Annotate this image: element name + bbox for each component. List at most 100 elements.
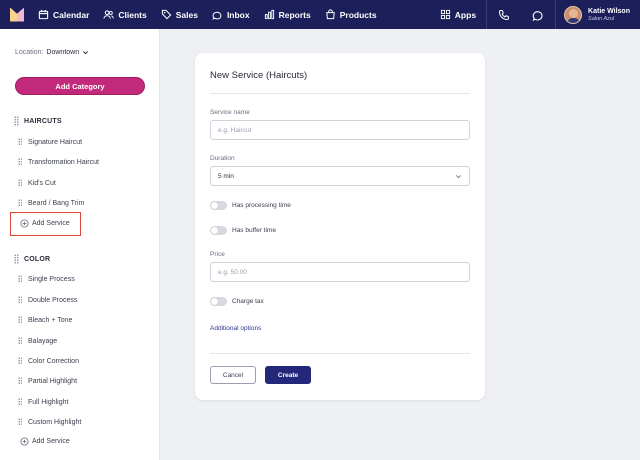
sidebar: Location: Downtown Add Category HAIRCUTS… <box>0 29 160 460</box>
drag-handle-icon[interactable] <box>18 199 22 207</box>
nav-calendar[interactable]: Calendar <box>38 9 89 20</box>
charge-tax-toggle[interactable] <box>210 297 227 306</box>
drag-handle-icon[interactable] <box>18 357 22 365</box>
drag-handle-icon[interactable] <box>18 398 22 406</box>
divider <box>210 353 470 354</box>
chat-button[interactable] <box>521 0 555 29</box>
nav-inbox[interactable]: Inbox <box>212 9 250 20</box>
service-item[interactable]: Signature Haircut <box>18 138 82 146</box>
new-service-card: New Service (Haircuts) Service name e.g.… <box>195 53 485 400</box>
service-label: Partial Highlight <box>28 377 78 385</box>
buffer-time-label: Has buffer time <box>232 227 276 234</box>
drag-handle-icon[interactable] <box>18 158 22 166</box>
add-service-label: Add Service <box>32 438 70 445</box>
products-icon <box>326 9 335 20</box>
processing-time-row[interactable]: Has processing time <box>210 201 291 210</box>
drag-handle-icon[interactable] <box>18 316 22 324</box>
service-item[interactable]: Full Highlight <box>18 398 68 406</box>
service-label: Transformation Haircut <box>28 158 99 166</box>
nav-clients[interactable]: Clients <box>103 9 147 20</box>
nav-inbox-label: Inbox <box>226 9 250 20</box>
service-name-placeholder: e.g. Haircut <box>218 126 252 134</box>
charge-tax-row[interactable]: Charge tax <box>210 297 264 306</box>
add-category-button[interactable]: Add Category <box>15 77 145 95</box>
service-name-label: Service name <box>210 109 250 116</box>
form-title: New Service (Haircuts) <box>210 70 308 81</box>
duration-value: 5 min <box>218 172 234 180</box>
service-label: Signature Haircut <box>28 138 83 146</box>
calendar-icon <box>38 9 49 20</box>
service-label: Beard / Bang Trim <box>28 199 85 207</box>
highlight-box <box>10 212 81 236</box>
processing-time-toggle[interactable] <box>210 201 227 210</box>
service-label: Color Correction <box>28 357 79 365</box>
nav-products[interactable]: Products <box>325 9 377 20</box>
user-menu[interactable]: Katie Wilson Salon Azul <box>556 5 640 24</box>
service-item[interactable]: Transformation Haircut <box>18 158 99 166</box>
service-label: Custom Highlight <box>28 418 82 426</box>
drag-handle-icon[interactable] <box>14 254 19 264</box>
chat-icon <box>532 10 543 21</box>
service-item[interactable]: Single Process <box>18 275 75 283</box>
service-item[interactable]: Color Correction <box>18 357 79 365</box>
drag-handle-icon[interactable] <box>18 377 22 385</box>
drag-handle-icon[interactable] <box>18 138 22 146</box>
nav-sales-label: Sales <box>175 9 198 20</box>
service-item[interactable]: Beard / Bang Trim <box>18 199 84 207</box>
nav-sales[interactable]: Sales <box>161 9 198 20</box>
drag-handle-icon[interactable] <box>18 337 22 345</box>
nav-reports-label: Reports <box>278 9 311 20</box>
logo-icon[interactable] <box>10 7 24 22</box>
category-title: HAIRCUTS <box>24 117 62 125</box>
nav-apps-label: Apps <box>454 9 477 20</box>
location-selector[interactable]: Location: Downtown <box>15 49 89 56</box>
service-label: Kid's Cut <box>28 179 56 187</box>
phone-button[interactable] <box>487 0 521 29</box>
apps-grid-icon <box>440 9 450 20</box>
charge-tax-label: Charge tax <box>232 298 264 305</box>
service-item[interactable]: Balayage <box>18 337 57 345</box>
service-label: Single Process <box>28 275 75 283</box>
drag-handle-icon[interactable] <box>18 179 22 187</box>
plus-circle-icon <box>20 437 29 446</box>
user-business: Salon Azul <box>588 15 615 22</box>
buffer-time-toggle[interactable] <box>210 226 227 235</box>
drag-handle-icon[interactable] <box>14 116 19 126</box>
chevron-down-icon <box>83 51 89 55</box>
reports-icon <box>264 9 274 20</box>
service-label: Double Process <box>28 296 78 304</box>
category-haircuts[interactable]: HAIRCUTS <box>14 116 62 126</box>
add-service-button-color[interactable]: Add Service <box>20 437 70 446</box>
drag-handle-icon[interactable] <box>18 296 22 304</box>
tag-icon <box>161 9 172 20</box>
service-item[interactable]: Double Process <box>18 296 77 304</box>
drag-handle-icon[interactable] <box>18 418 22 426</box>
duration-select[interactable]: 5 min <box>210 166 470 186</box>
nav-products-label: Products <box>339 9 377 20</box>
phone-icon <box>499 9 510 20</box>
additional-options-link[interactable]: Additional options <box>210 325 261 332</box>
location-label: Location: <box>15 49 44 56</box>
service-item[interactable]: Partial Highlight <box>18 377 77 385</box>
service-item[interactable]: Kid's Cut <box>18 179 56 187</box>
buffer-time-row[interactable]: Has buffer time <box>210 226 276 235</box>
service-item[interactable]: Custom Highlight <box>18 418 81 426</box>
category-title: COLOR <box>24 255 51 263</box>
nav-clients-label: Clients <box>118 9 147 20</box>
clients-icon <box>103 10 115 19</box>
service-name-input[interactable]: e.g. Haircut <box>210 120 470 140</box>
nav-apps[interactable]: Apps <box>440 9 476 20</box>
service-item[interactable]: Bleach + Tone <box>18 316 72 324</box>
duration-label: Duration <box>210 155 235 162</box>
inbox-icon <box>212 11 222 20</box>
drag-handle-icon[interactable] <box>18 275 22 283</box>
avatar <box>564 5 583 24</box>
price-label: Price <box>210 251 225 258</box>
price-input[interactable]: e.g. 50.00 <box>210 262 470 282</box>
nav-calendar-label: Calendar <box>53 9 90 20</box>
category-color[interactable]: COLOR <box>14 254 50 264</box>
nav-reports[interactable]: Reports <box>264 9 311 20</box>
location-value: Downtown <box>46 49 80 56</box>
create-button[interactable]: Create <box>265 366 311 384</box>
cancel-button[interactable]: Cancel <box>210 366 256 384</box>
